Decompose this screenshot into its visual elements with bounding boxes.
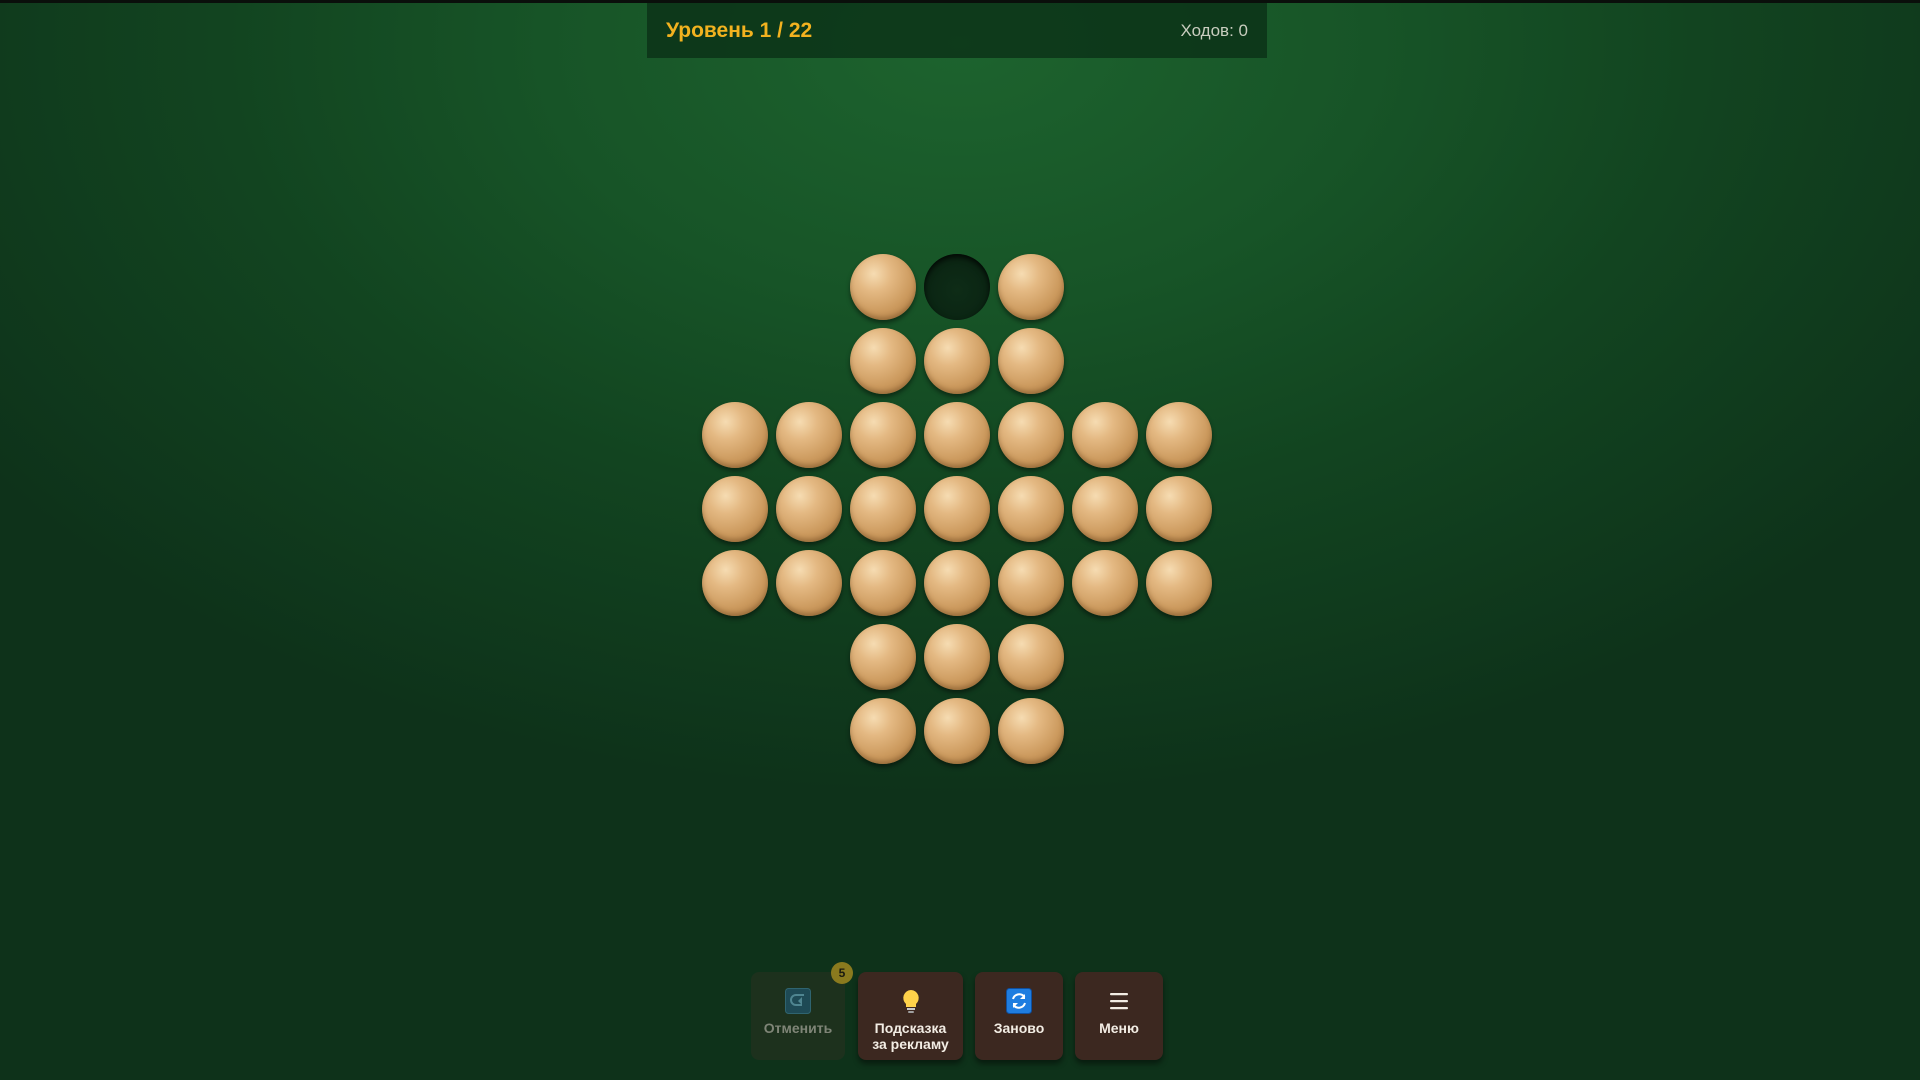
peg[interactable] (924, 402, 990, 468)
peg[interactable] (924, 550, 990, 616)
peg[interactable] (1072, 402, 1138, 468)
peg[interactable] (850, 550, 916, 616)
undo-label: Отменить (763, 1020, 833, 1036)
peg[interactable] (850, 476, 916, 542)
level-title: Уровень 1 / 22 (666, 18, 813, 42)
peg[interactable] (1072, 476, 1138, 542)
hint-for-ad-button[interactable]: Подсказка за рекламу (858, 972, 963, 1060)
peg[interactable] (776, 550, 842, 616)
peg[interactable] (924, 698, 990, 764)
peg[interactable] (776, 476, 842, 542)
peg[interactable] (1146, 550, 1212, 616)
hint-label-line2: за рекламу (872, 1036, 949, 1052)
hint-label-line1: Подсказка (874, 1020, 947, 1036)
menu-label: Меню (1099, 1020, 1139, 1036)
peg[interactable] (850, 624, 916, 690)
peg[interactable] (998, 624, 1064, 690)
peg[interactable] (998, 328, 1064, 394)
peg-solitaire-board (0, 0, 1920, 1080)
restart-icon (1006, 988, 1032, 1014)
peg[interactable] (924, 624, 990, 690)
hamburger-menu-icon (1110, 993, 1128, 1010)
peg[interactable] (850, 254, 916, 320)
peg[interactable] (1146, 402, 1212, 468)
peg[interactable] (998, 550, 1064, 616)
level-header: Уровень 1 / 22 Ходов: 0 (647, 3, 1267, 58)
peg[interactable] (776, 402, 842, 468)
peg[interactable] (850, 698, 916, 764)
peg[interactable] (1072, 550, 1138, 616)
restart-button[interactable]: Заново (975, 972, 1063, 1060)
undo-count-badge: 5 (831, 962, 853, 984)
peg[interactable] (998, 698, 1064, 764)
peg[interactable] (850, 402, 916, 468)
peg[interactable] (702, 476, 768, 542)
undo-icon (785, 988, 811, 1014)
peg[interactable] (998, 402, 1064, 468)
undo-button[interactable]: Отменить 5 (751, 962, 853, 1060)
lightbulb-icon (902, 990, 919, 1013)
peg[interactable] (1146, 476, 1212, 542)
peg[interactable] (702, 550, 768, 616)
menu-button[interactable]: Меню (1075, 972, 1163, 1060)
peg[interactable] (998, 476, 1064, 542)
peg[interactable] (998, 254, 1064, 320)
bottom-toolbar: Отменить 5 Подсказка за рекламу Заново М… (0, 962, 1920, 1062)
moves-counter: Ходов: 0 (1180, 20, 1248, 40)
peg[interactable] (924, 328, 990, 394)
restart-label: Заново (993, 1020, 1045, 1036)
peg[interactable] (850, 328, 916, 394)
peg[interactable] (702, 402, 768, 468)
peg[interactable] (924, 476, 990, 542)
empty-hole[interactable] (924, 254, 990, 320)
